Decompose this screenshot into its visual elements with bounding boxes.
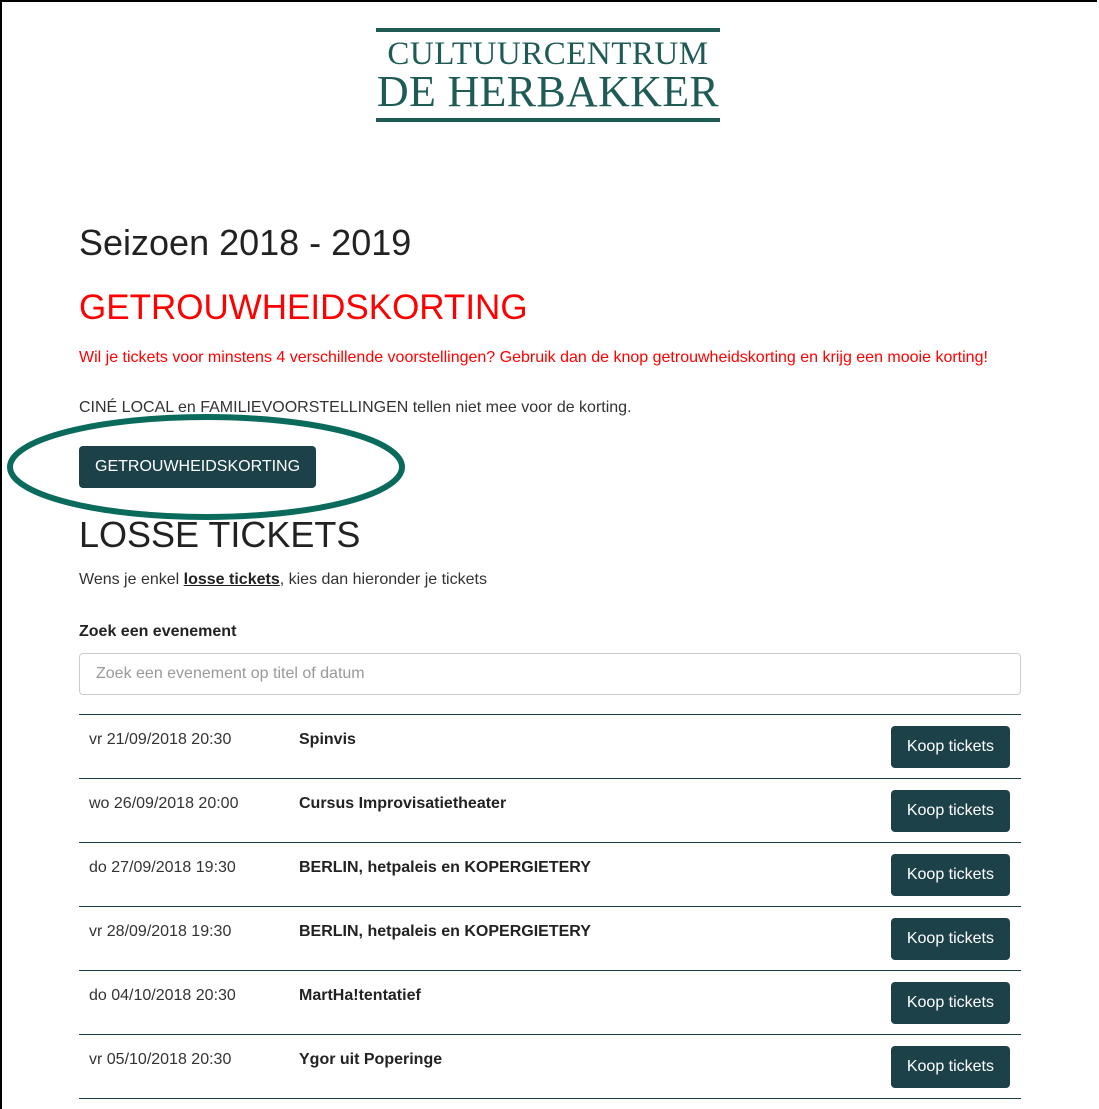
buy-tickets-button[interactable]: Koop tickets	[890, 1046, 1010, 1088]
event-row: vr 05/10/2018 20:30 Ygor uit Poperinge K…	[79, 1035, 1021, 1099]
event-title: BERLIN, hetpaleis en KOPERGIETERY	[299, 859, 591, 876]
buy-tickets-button[interactable]: Koop tickets	[890, 726, 1010, 768]
event-title: BERLIN, hetpaleis en KOPERGIETERY	[299, 923, 591, 940]
loyalty-discount-description: Wil je tickets voor minstens 4 verschill…	[79, 349, 988, 366]
logo-line-2: DE HERBAKKER	[376, 67, 720, 116]
event-title: Ygor uit Poperinge	[299, 1051, 443, 1068]
single-tickets-title: LOSSE TICKETS	[79, 514, 361, 555]
loyalty-discount-button[interactable]: GETROUWHEIDSKORTING	[79, 446, 317, 488]
event-date: wo 26/09/2018 20:00	[89, 795, 239, 812]
single-tickets-description: Wens je enkel losse tickets, kies dan hi…	[79, 571, 487, 589]
loyalty-discount-title: GETROUWHEIDSKORTING	[79, 288, 528, 327]
event-row: wo 26/09/2018 20:00 Cursus Improvisatiet…	[79, 779, 1021, 843]
buy-tickets-button[interactable]: Koop tickets	[890, 854, 1010, 896]
buy-tickets-button[interactable]: Koop tickets	[890, 918, 1010, 960]
event-date: vr 05/10/2018 20:30	[89, 1051, 232, 1068]
event-row: do 04/10/2018 20:30 MartHa!tentatief Koo…	[79, 971, 1021, 1035]
site-logo[interactable]: CULTUURCENTRUM DE HERBAKKER	[376, 28, 720, 122]
buy-tickets-button[interactable]: Koop tickets	[890, 982, 1010, 1024]
event-date: vr 21/09/2018 20:30	[89, 731, 232, 748]
event-title: Cursus Improvisatietheater	[299, 795, 507, 812]
logo-bottom-rule	[376, 118, 720, 122]
event-row: do 27/09/2018 19:30 BERLIN, hetpaleis en…	[79, 843, 1021, 907]
buy-tickets-button[interactable]: Koop tickets	[890, 790, 1010, 832]
event-date: do 04/10/2018 20:30	[89, 987, 236, 1004]
search-label: Zoek een evenement	[79, 623, 237, 640]
event-row: vr 28/09/2018 19:30 BERLIN, hetpaleis en…	[79, 907, 1021, 971]
event-row: vr 21/09/2018 20:30 Spinvis Koop tickets	[79, 715, 1021, 779]
event-list: vr 21/09/2018 20:30 Spinvis Koop tickets…	[79, 714, 1021, 1099]
logo-top-rule	[376, 28, 720, 32]
event-date: vr 28/09/2018 19:30	[89, 923, 232, 940]
event-title: MartHa!tentatief	[299, 987, 421, 1004]
single-tickets-desc-after: , kies dan hieronder je tickets	[279, 571, 487, 588]
season-title: Seizoen 2018 - 2019	[79, 222, 412, 263]
single-tickets-desc-before: Wens je enkel	[79, 571, 184, 588]
event-title: Spinvis	[299, 731, 356, 748]
loyalty-discount-note: CINÉ LOCAL en FAMILIEVOORSTELLINGEN tell…	[79, 399, 632, 416]
event-date: do 27/09/2018 19:30	[89, 859, 236, 876]
single-tickets-link[interactable]: losse tickets	[184, 571, 280, 588]
event-search-input[interactable]	[79, 653, 1021, 695]
